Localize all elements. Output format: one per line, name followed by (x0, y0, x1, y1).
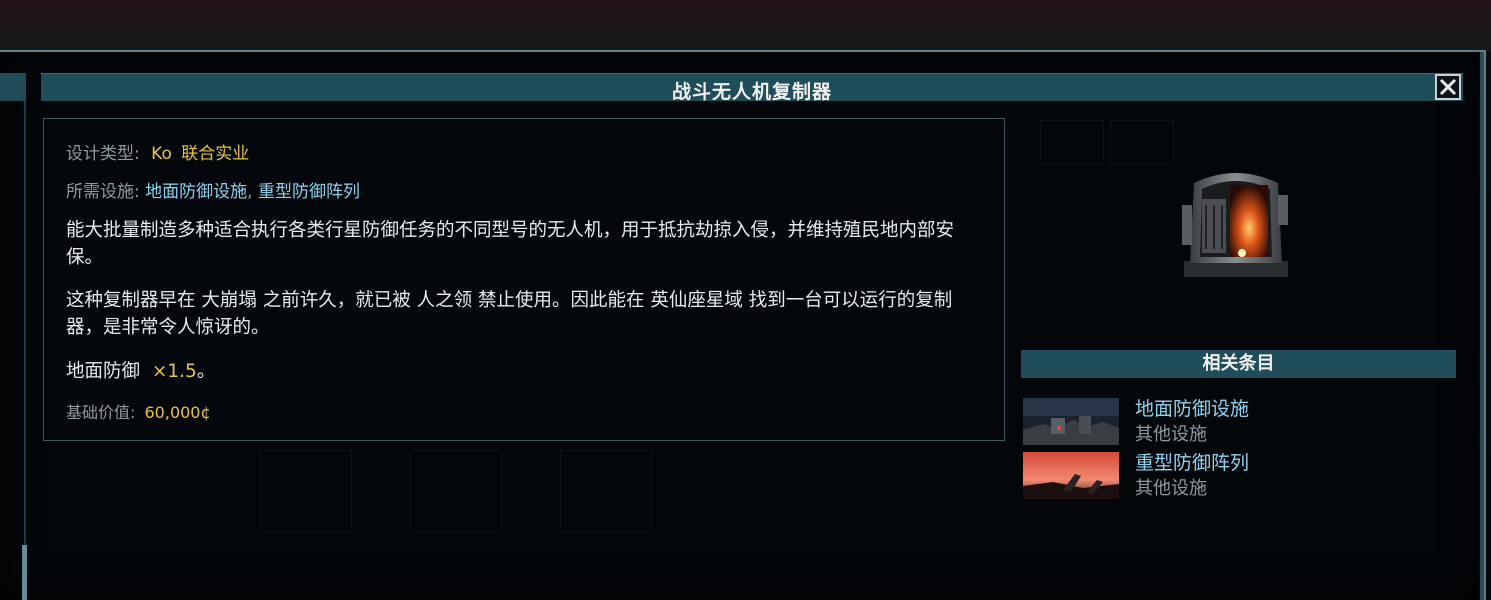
background-ghost-icon (410, 450, 502, 532)
close-button[interactable] (1435, 74, 1461, 100)
window-titlebar: 战斗无人机复制器 (41, 73, 1463, 103)
base-value-label: 基础价值: (66, 403, 136, 422)
background-ghost-icon (1110, 120, 1174, 164)
related-entry-name: 地面防御设施 (1135, 398, 1250, 420)
close-icon (1439, 78, 1457, 96)
required-facilities-label: 所需设施: (66, 182, 140, 202)
required-facilities-row: 所需设施: 地面防御设施, 重型防御阵列 (66, 177, 360, 202)
design-type-row: 设计类型: Ko 联合实业 (66, 139, 249, 164)
drone-replicator-portrait (1182, 173, 1288, 277)
related-entry-heavy-defense-array[interactable]: 重型防御阵列 其他设施 (1023, 452, 1453, 500)
bonus-value: ×1.5 (151, 361, 197, 382)
description-panel: 设计类型: Ko 联合实业 所需设施: 地面防御设施, 重型防御阵列 能大批量制… (43, 118, 1005, 441)
required-facility-link[interactable]: 重型防御阵列 (258, 182, 360, 202)
base-value: 60,000¢ (144, 403, 211, 422)
window-right-border (1480, 52, 1484, 600)
design-type-label: 设计类型: (66, 144, 140, 164)
related-entry-ground-defense[interactable]: 地面防御设施 其他设施 (1023, 398, 1453, 446)
window-title: 战斗无人机复制器 (671, 81, 832, 103)
required-separator: , (247, 182, 253, 202)
related-entry-category: 其他设施 (1135, 424, 1207, 445)
base-value-row: 基础价值: 60,000¢ (66, 399, 211, 423)
bonus-end: 。 (196, 361, 216, 382)
bonus-label: 地面防御 (66, 361, 141, 382)
background-top (0, 0, 1491, 52)
related-entry-name: 重型防御阵列 (1135, 452, 1250, 474)
background-ghost-icon (260, 450, 352, 532)
lore-paragraph: 这种复制器早在 大崩塌 之前许久，就已被 人之领 禁止使用。因此能在 英仙座星域… (66, 290, 953, 338)
left-panel-scrollbar[interactable] (22, 545, 27, 600)
related-entry-category: 其他设施 (1135, 478, 1207, 499)
ground-defense-thumbnail (1023, 398, 1119, 445)
required-facility-link[interactable]: 地面防御设施 (145, 182, 247, 202)
heavy-defense-array-thumbnail (1023, 452, 1119, 499)
left-panel-header (0, 73, 26, 101)
bonus-row: 地面防御 ×1.5。 (66, 357, 215, 383)
related-entries-header: 相关条目 (1021, 350, 1456, 378)
left-panel-border (24, 101, 26, 600)
background-ghost-icon (1040, 120, 1104, 164)
description-paragraph: 能大批量制造多种适合执行各类行星防御任务的不同型号的无人机，用于抵抗劫掠入侵，并… (66, 220, 955, 268)
related-entries-title: 相关条目 (1202, 353, 1275, 374)
design-type-value: 联合实业 (181, 144, 250, 164)
manufacturer-logo: Ko (151, 144, 172, 164)
background-ghost-icon (560, 450, 652, 532)
